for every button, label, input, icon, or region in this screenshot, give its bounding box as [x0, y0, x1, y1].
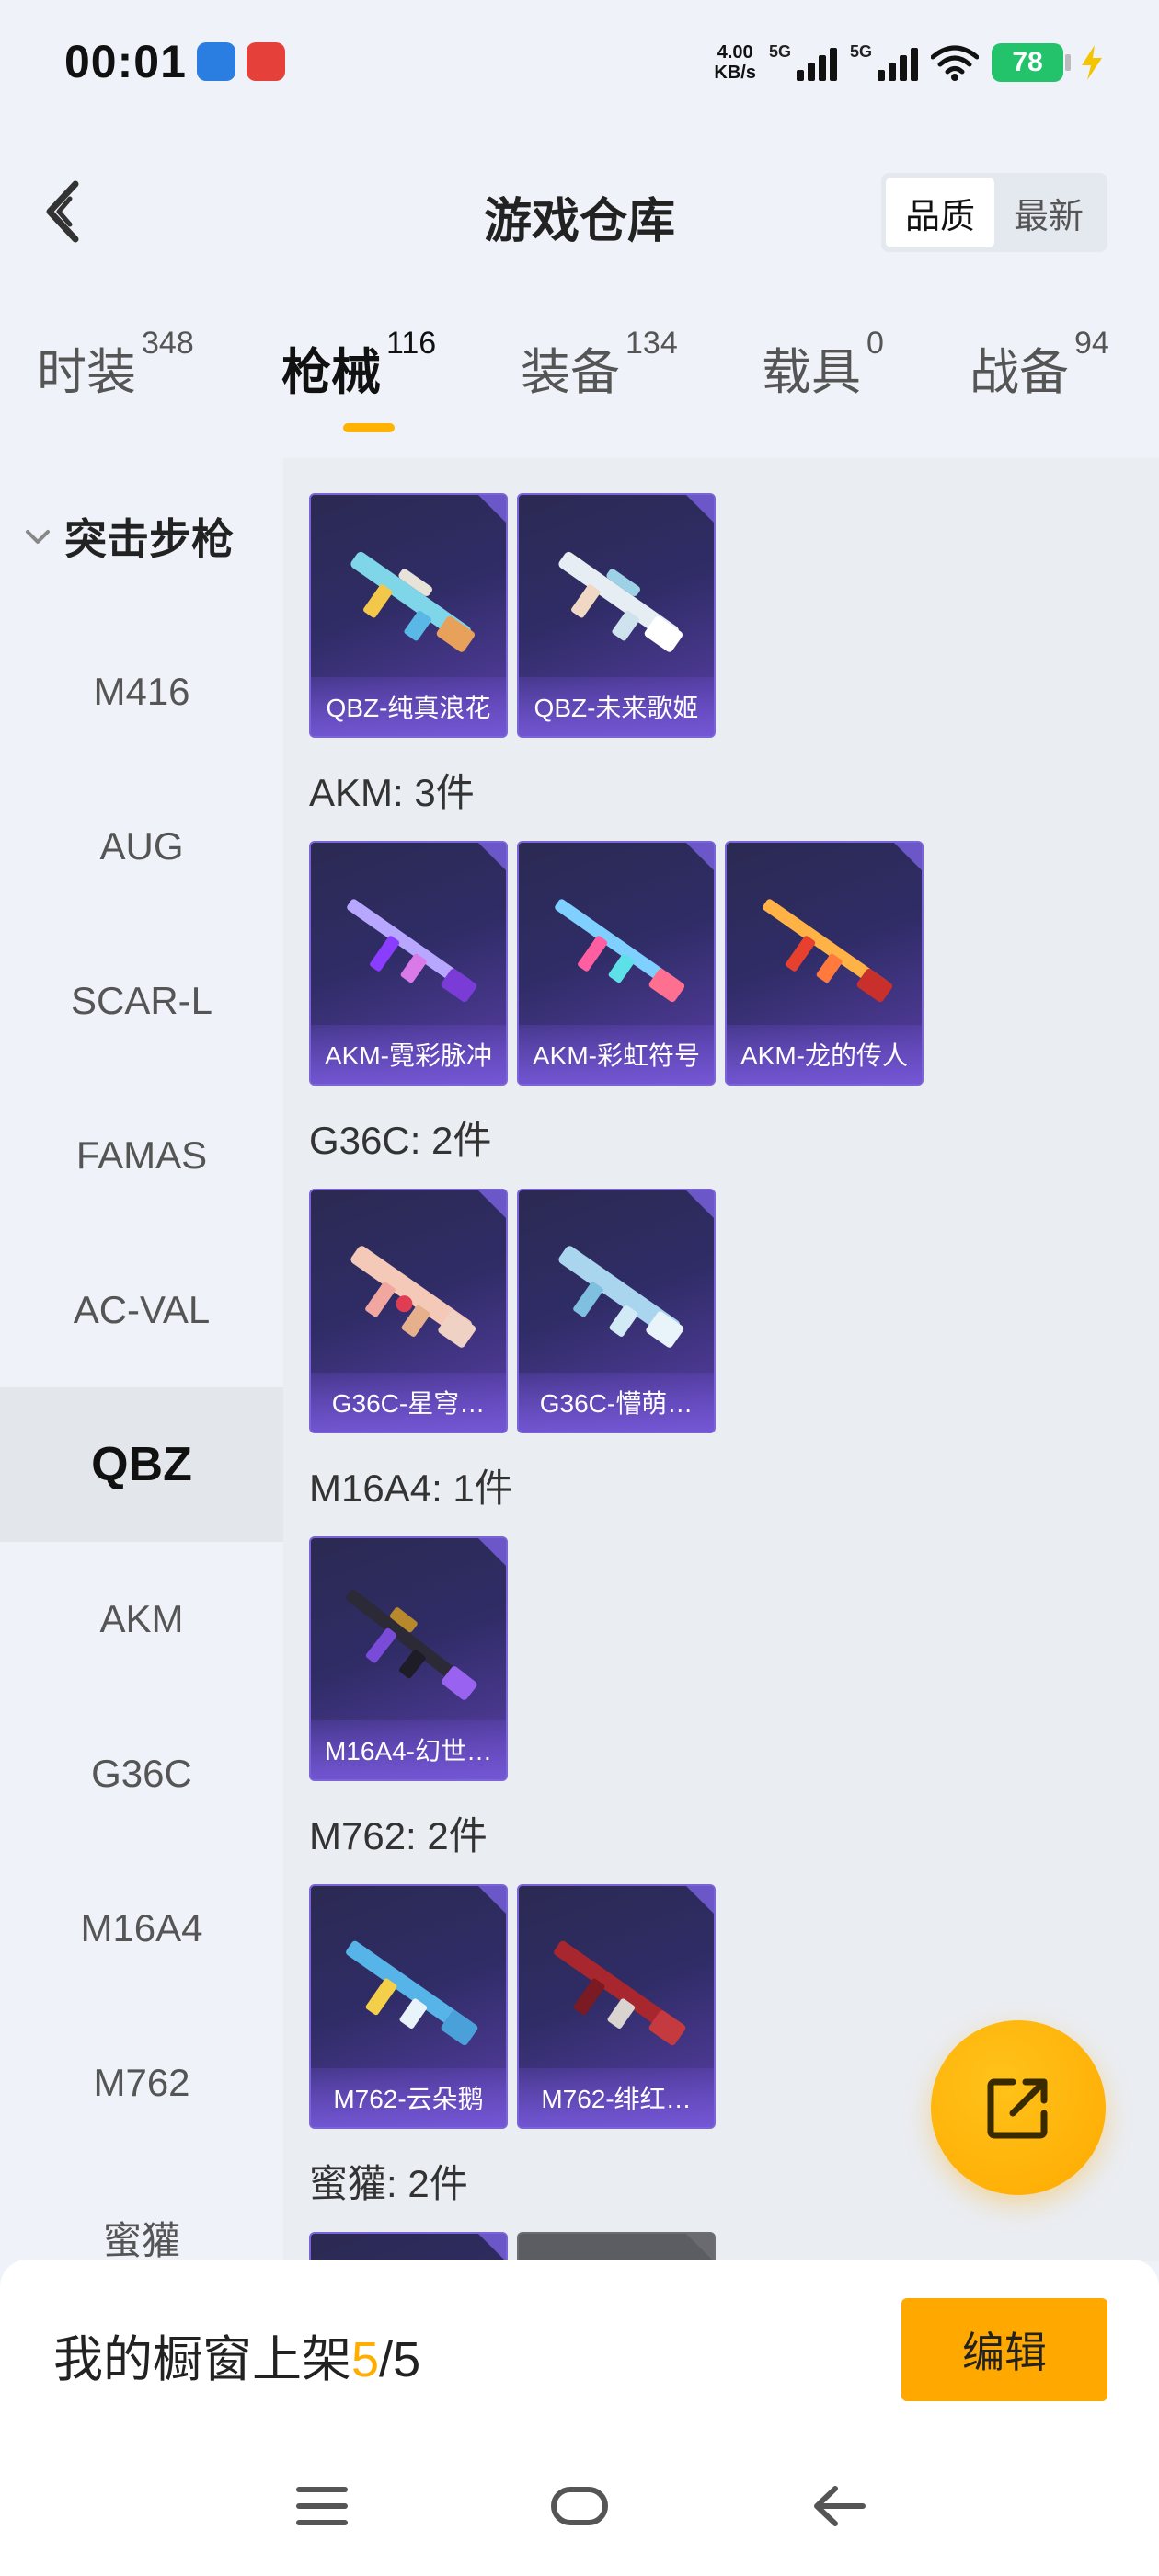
weapon-name: AKM-龙的传人 [740, 1041, 908, 1070]
weapon-skin-image [554, 1940, 686, 2046]
weapon-name: M16A4-幻世… [324, 1737, 493, 1765]
weapon-card[interactable]: G36C-星穹… [309, 1189, 508, 1433]
share-button[interactable] [931, 2020, 1106, 2195]
network-speed: 4.00 KB/s [714, 42, 756, 83]
weapon-skin-image [558, 1246, 684, 1348]
weapon-card[interactable] [517, 2232, 716, 2261]
tab-fashion[interactable]: 时装348 [37, 326, 194, 432]
status-time: 00:01 [64, 36, 187, 87]
weapon-card[interactable]: M762-云朵鹅 [309, 1884, 508, 2129]
weapon-skin-image [346, 1940, 478, 2046]
sidebar-item-honey-badger[interactable]: 蜜獾 [0, 2160, 283, 2262]
weapon-skin-image [350, 551, 476, 652]
app-notification-icon [247, 42, 285, 81]
header: 游戏仓库 品质 最新 [0, 156, 1159, 267]
status-bar: 00:01 4.00 KB/s 5G 5G 78 [0, 0, 1159, 129]
tab-vehicles[interactable]: 载具0 [762, 326, 884, 432]
sort-option-latest[interactable]: 最新 [994, 178, 1103, 247]
back-arrow-icon [814, 2486, 866, 2526]
weapon-card[interactable]: G36C-懵萌… [517, 1189, 716, 1433]
weapon-name: QBZ-纯真浪花 [326, 694, 491, 722]
battery-icon: 78 [992, 43, 1071, 82]
tab-guns[interactable]: 枪械116 [281, 326, 436, 432]
wifi-icon [931, 45, 979, 81]
tab-equipment[interactable]: 装备134 [521, 326, 678, 432]
weapon-name: QBZ-未来歌姬 [534, 694, 699, 722]
signal-icon: 5G [850, 42, 918, 81]
weapon-skin-image [346, 1589, 477, 1700]
section-title: M16A4: 1件 [309, 1466, 513, 1510]
weapon-sidebar: 突击步枪 M416 AUG SCAR-L FAMAS AC-VAL QBZ AK… [0, 458, 283, 2261]
sidebar-group-assault-rifle[interactable]: 突击步枪 [0, 495, 283, 578]
weapon-card[interactable]: QBZ-纯真浪花 [309, 493, 508, 738]
sidebar-item-akm[interactable]: AKM [0, 1542, 283, 1696]
sidebar-item-aug[interactable]: AUG [0, 769, 283, 924]
showcase-bar: 我的橱窗上架5/5 编辑 [0, 2260, 1159, 2434]
weapon-card[interactable]: M762-绯红… [517, 1884, 716, 2129]
sidebar-item-ac-val[interactable]: AC-VAL [0, 1233, 283, 1387]
sidebar-item-famas[interactable]: FAMAS [0, 1078, 283, 1233]
menu-icon [296, 2487, 348, 2525]
chevron-down-icon [26, 530, 50, 544]
signal-icon: 5G [769, 42, 837, 81]
chevron-left-icon [46, 180, 79, 243]
section-title: M762: 2件 [309, 1814, 488, 1857]
weapon-name: G36C-星穹… [331, 1389, 486, 1418]
section-title: G36C: 2件 [309, 1119, 492, 1162]
weapon-skin-image [555, 899, 685, 1003]
weapon-skin-image [347, 899, 477, 1003]
sort-toggle[interactable]: 品质 最新 [881, 173, 1107, 252]
weapon-name: G36C-懵萌… [539, 1389, 694, 1418]
weapon-card[interactable]: M16A4-幻世… [309, 1536, 508, 1781]
weapon-skin-image [763, 899, 893, 1003]
section-title: 蜜獾: 2件 [309, 2162, 468, 2205]
back-button[interactable] [33, 175, 92, 248]
edit-button[interactable]: 编辑 [901, 2298, 1107, 2401]
weapon-card[interactable]: QBZ-未来歌姬 [517, 493, 716, 738]
sidebar-item-scar-l[interactable]: SCAR-L [0, 924, 283, 1078]
external-link-icon [987, 2078, 1048, 2139]
sidebar-item-m416[interactable]: M416 [0, 615, 283, 769]
weapon-card[interactable]: AKM-龙的传人 [725, 841, 924, 1086]
category-tabs: 时装348 枪械116 装备134 载具0 战备94 [0, 326, 1159, 442]
sort-option-quality[interactable]: 品质 [886, 178, 994, 247]
home-nav-button[interactable] [534, 2477, 625, 2536]
system-nav-bar [0, 2434, 1159, 2576]
weapon-card[interactable]: AKM-彩虹符号 [517, 841, 716, 1086]
weapon-skin-image [558, 551, 683, 652]
tab-active-indicator [343, 423, 396, 432]
weapon-grid: QBZ-纯真浪花 QBZ-未来歌姬 AKM: 3件 AKM-霓彩脉冲 AKM-彩… [283, 458, 1159, 2261]
section-title: AKM: 3件 [309, 771, 475, 814]
weapon-card[interactable] [309, 2232, 508, 2261]
home-icon [551, 2487, 608, 2525]
sidebar-item-qbz[interactable]: QBZ [0, 1387, 283, 1542]
charging-icon [1082, 45, 1102, 80]
weapon-name: AKM-霓彩脉冲 [324, 1041, 492, 1070]
weapon-skin-image [350, 1246, 476, 1348]
weapon-card[interactable]: AKM-霓彩脉冲 [309, 841, 508, 1086]
sidebar-item-g36c[interactable]: G36C [0, 1696, 283, 1851]
app-notification-icon [197, 42, 235, 81]
back-nav-button[interactable] [793, 2477, 885, 2536]
weapon-name: M762-绯红… [541, 2085, 692, 2113]
sidebar-item-m16a4[interactable]: M16A4 [0, 1851, 283, 2006]
menu-nav-button[interactable] [276, 2477, 368, 2536]
weapon-name: M762-云朵鹅 [333, 2085, 484, 2113]
tab-supplies[interactable]: 战备94 [970, 326, 1109, 432]
weapon-name: AKM-彩虹符号 [532, 1041, 700, 1070]
showcase-count: 我的橱窗上架5/5 [53, 2332, 421, 2387]
sidebar-item-m762[interactable]: M762 [0, 2006, 283, 2160]
